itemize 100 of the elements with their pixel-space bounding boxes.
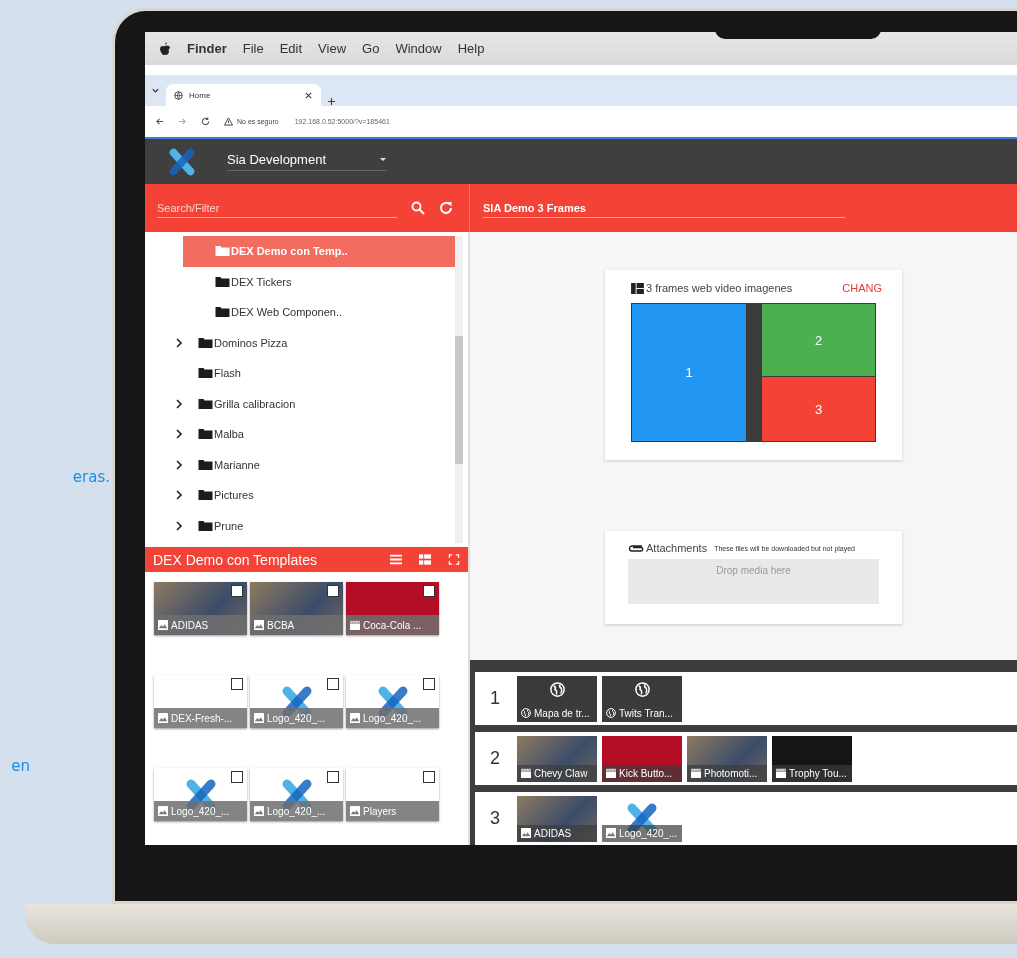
search-icon[interactable]: [411, 201, 425, 215]
folder-icon: [215, 306, 230, 319]
menu-item[interactable]: Finder: [187, 41, 227, 56]
checkbox[interactable]: [423, 585, 435, 597]
apple-icon[interactable]: [159, 41, 171, 56]
chevron-down-icon[interactable]: [151, 86, 160, 95]
search-field[interactable]: Search/Filter: [157, 198, 397, 218]
tab-title: Home: [189, 90, 211, 100]
change-link[interactable]: CHANG: [842, 282, 882, 294]
chevron-right-icon[interactable]: [175, 459, 183, 470]
image-icon: [606, 828, 616, 838]
checkbox[interactable]: [231, 585, 243, 597]
checkbox[interactable]: [231, 678, 243, 690]
media-tile[interactable]: Logo_420_...: [346, 675, 439, 728]
tree-item[interactable]: Prune: [145, 510, 468, 541]
playlist-item[interactable]: Photomoti...: [687, 735, 767, 782]
folder-name: DEX Web Componen..: [231, 306, 343, 319]
caption-text: en: [10, 757, 31, 775]
playlist-item[interactable]: Mapa de tr...: [517, 675, 597, 722]
checkbox[interactable]: [327, 771, 339, 783]
tree-item[interactable]: DEX Tickers: [183, 266, 459, 297]
tree-item[interactable]: Malba: [145, 419, 468, 450]
caret-icon: [379, 157, 387, 162]
checkbox[interactable]: [423, 678, 435, 690]
media-tile[interactable]: Players: [346, 768, 439, 821]
back-icon[interactable]: [155, 117, 164, 126]
refresh-icon[interactable]: [439, 201, 453, 215]
media-label: Coca-Cola ...: [363, 619, 422, 631]
plus-icon[interactable]: [327, 97, 336, 106]
media-tile[interactable]: Logo_420_...: [154, 768, 247, 821]
scrollbar-thumb[interactable]: [455, 336, 463, 464]
browser-tab[interactable]: Home: [166, 84, 321, 106]
tree-item[interactable]: Grilla calibracion: [145, 388, 468, 419]
menu-item[interactable]: Help: [457, 41, 485, 56]
chevron-right-icon[interactable]: [175, 398, 183, 409]
clapper-icon: [350, 620, 360, 630]
tree-item[interactable]: DEX Web Componen..: [183, 297, 459, 328]
list-icon[interactable]: [390, 554, 402, 565]
frame-number: 2: [490, 748, 501, 769]
chevron-right-icon[interactable]: [175, 490, 183, 501]
playlist-item[interactable]: Trophy Tou...: [772, 735, 852, 782]
folder-icon: [215, 275, 230, 288]
clapper-icon: [606, 768, 616, 778]
playlist-item[interactable]: Chevy Claw: [517, 735, 597, 782]
folder-name: DEX Demo con Temp..: [231, 245, 348, 258]
media-label: DEX-Fresh-...: [171, 712, 233, 724]
tree-item[interactable]: Marianne: [145, 449, 468, 480]
folder-name: Grilla calibracion: [214, 397, 296, 410]
image-icon: [350, 713, 360, 723]
checkbox[interactable]: [327, 678, 339, 690]
media-label: ADIDAS: [534, 827, 572, 839]
media-label: Logo_420_...: [619, 827, 678, 839]
media-tile[interactable]: Logo_420_...: [250, 675, 343, 728]
image-icon: [350, 806, 360, 816]
playlist-item[interactable]: Kick Butto...: [602, 735, 682, 782]
media-tile[interactable]: ADIDAS: [154, 582, 247, 635]
media-tile[interactable]: BCBA: [250, 582, 343, 635]
playlist-item[interactable]: Twits Tran...: [602, 675, 682, 722]
media-tile[interactable]: DEX-Fresh-...: [154, 675, 247, 728]
folder-icon: [198, 489, 213, 502]
tree-item[interactable]: Pictures: [145, 480, 468, 511]
layout-frame[interactable]: 3: [762, 376, 875, 441]
folder-icon: [198, 367, 213, 380]
fullscreen-icon[interactable]: [448, 554, 460, 565]
menu-item[interactable]: Edit: [279, 41, 303, 56]
menu-item[interactable]: File: [242, 41, 264, 56]
grid-icon[interactable]: [419, 554, 431, 565]
chevron-right-icon[interactable]: [175, 520, 183, 531]
menu-item[interactable]: View: [318, 41, 347, 56]
clapper-icon: [691, 768, 701, 778]
close-icon[interactable]: [304, 90, 313, 100]
media-tile[interactable]: Coca-Cola ...: [346, 582, 439, 635]
tree-item[interactable]: Dominos Pizza: [145, 327, 468, 358]
checkbox[interactable]: [231, 771, 243, 783]
media-label: Players: [363, 805, 397, 817]
menu-item[interactable]: Go: [362, 41, 380, 56]
playlist-item[interactable]: ADIDAS: [517, 795, 597, 842]
media-tile[interactable]: Logo_420_...: [250, 768, 343, 821]
folder-icon: [198, 397, 213, 410]
paperclip-icon: [628, 543, 644, 554]
checkbox[interactable]: [423, 771, 435, 783]
image-icon: [254, 806, 264, 816]
folder-name: Malba: [214, 428, 244, 441]
folder-name: Prune: [214, 519, 244, 532]
attachments-title: Attachments: [646, 542, 708, 555]
caption-text: eras.: [71, 468, 111, 486]
folder-icon: [198, 428, 213, 441]
chevron-right-icon[interactable]: [175, 429, 183, 440]
title-field[interactable]: SIA Demo 3 Frames: [483, 198, 845, 218]
image-icon: [158, 620, 168, 630]
tree-item[interactable]: Flash: [145, 358, 468, 389]
frame-number: 1: [490, 688, 501, 709]
chevron-right-icon[interactable]: [175, 337, 183, 348]
workspace-dropdown[interactable]: Sia Development: [227, 152, 387, 171]
media-label: Twits Tran...: [619, 707, 673, 719]
scrollbar[interactable]: [455, 236, 463, 543]
reload-icon[interactable]: [201, 117, 210, 126]
layout-title: 3 frames web video imagenes: [646, 282, 793, 294]
checkbox[interactable]: [327, 585, 339, 597]
menu-item[interactable]: Window: [395, 41, 442, 56]
